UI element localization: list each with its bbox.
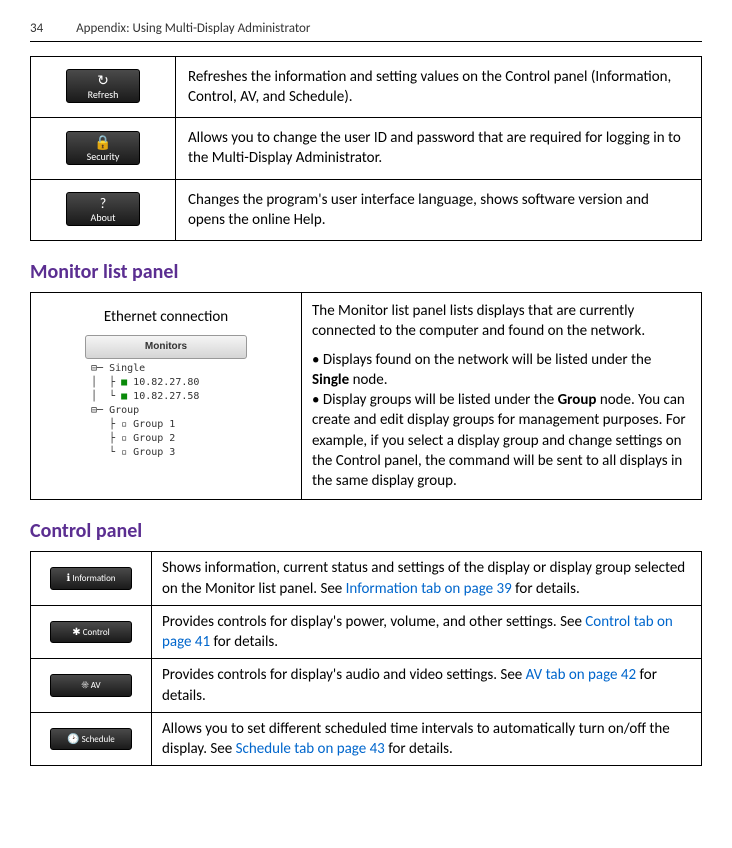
tree-group[interactable]: Group	[109, 405, 139, 416]
status-icon: ■	[121, 377, 127, 388]
about-label: About	[91, 211, 116, 224]
about-description: Changes the program's user interface lan…	[176, 179, 702, 241]
information-tab-button[interactable]: ℹInformation	[50, 567, 132, 589]
information-link[interactable]: Information tab on page 39	[346, 580, 512, 598]
ethernet-label: Ethernet connection	[41, 307, 291, 327]
security-label: Security	[87, 150, 120, 163]
monitor-bullet1: • Displays found on the network will be …	[312, 350, 691, 391]
clock-icon: 🕑	[67, 732, 79, 745]
security-button[interactable]: 🔒 Security	[66, 131, 140, 165]
schedule-tab-cell: 🕑Schedule	[31, 712, 152, 766]
page-number: 34	[30, 20, 43, 38]
schedule-description: Allows you to set different scheduled ti…	[152, 712, 702, 766]
about-cell: ? About	[31, 179, 176, 241]
tree-ip1[interactable]: 10.82.27.80	[133, 377, 199, 388]
status-icon: ■	[121, 391, 127, 402]
info-icon: ℹ	[66, 571, 70, 584]
information-tab-cell: ℹInformation	[31, 552, 152, 606]
tree-group1[interactable]: Group 1	[133, 419, 175, 430]
monitor-intro: The Monitor list panel lists displays th…	[312, 301, 691, 342]
security-description: Allows you to change the user ID and pas…	[176, 118, 702, 180]
about-button[interactable]: ? About	[66, 192, 140, 226]
toolbar-description-table: ↻ Refresh Refreshes the information and …	[30, 56, 702, 242]
control-tab-button[interactable]: ✱Control	[50, 621, 132, 643]
information-description: Shows information, current status and se…	[152, 552, 702, 606]
monitors-header[interactable]: Monitors	[85, 335, 247, 359]
refresh-label: Refresh	[88, 88, 119, 101]
page-header: 34 Appendix: Using Multi-Display Adminis…	[30, 20, 702, 42]
gear-icon: ✱	[72, 625, 80, 638]
security-cell: 🔒 Security	[31, 118, 176, 180]
refresh-icon: ↻	[67, 74, 139, 88]
header-title: Appendix: Using Multi-Display Administra…	[76, 21, 310, 36]
tree-ip2[interactable]: 10.82.27.58	[133, 391, 199, 402]
control-tab-cell: ✱Control	[31, 605, 152, 659]
schedule-tab-button[interactable]: 🕑Schedule	[50, 728, 132, 750]
monitors-box: Monitors ⊟─ Single │ ├ ■ 10.82.27.80 │ └…	[85, 335, 247, 460]
monitor-list-table: Ethernet connection Monitors ⊟─ Single │…	[30, 292, 702, 500]
question-icon: ?	[67, 197, 139, 211]
lock-icon: 🔒	[67, 136, 139, 150]
monitor-tree-cell: Ethernet connection Monitors ⊟─ Single │…	[31, 293, 302, 500]
monitor-bullet2: • Display groups will be listed under th…	[312, 390, 691, 491]
sun-icon: ☀	[81, 678, 88, 691]
av-tab-cell: ☀AV	[31, 659, 152, 713]
refresh-cell: ↻ Refresh	[31, 56, 176, 118]
monitor-description-cell: The Monitor list panel lists displays th…	[302, 293, 702, 500]
schedule-link[interactable]: Schedule tab on page 43	[236, 740, 385, 758]
monitor-list-heading: Monitor list panel	[30, 259, 702, 286]
av-description: Provides controls for display's audio an…	[152, 659, 702, 713]
tree-single[interactable]: Single	[109, 363, 145, 374]
tree-group3[interactable]: Group 3	[133, 447, 175, 458]
tree-group2[interactable]: Group 2	[133, 433, 175, 444]
refresh-description: Refreshes the information and setting va…	[176, 56, 702, 118]
control-description: Provides controls for display's power, v…	[152, 605, 702, 659]
control-panel-table: ℹInformation Shows information, current …	[30, 551, 702, 766]
control-panel-heading: Control panel	[30, 518, 702, 545]
av-link[interactable]: AV tab on page 42	[526, 666, 636, 684]
refresh-button[interactable]: ↻ Refresh	[66, 69, 140, 103]
monitor-tree[interactable]: ⊟─ Single │ ├ ■ 10.82.27.80 │ └ ■ 10.82.…	[85, 362, 247, 460]
av-tab-button[interactable]: ☀AV	[50, 674, 132, 696]
